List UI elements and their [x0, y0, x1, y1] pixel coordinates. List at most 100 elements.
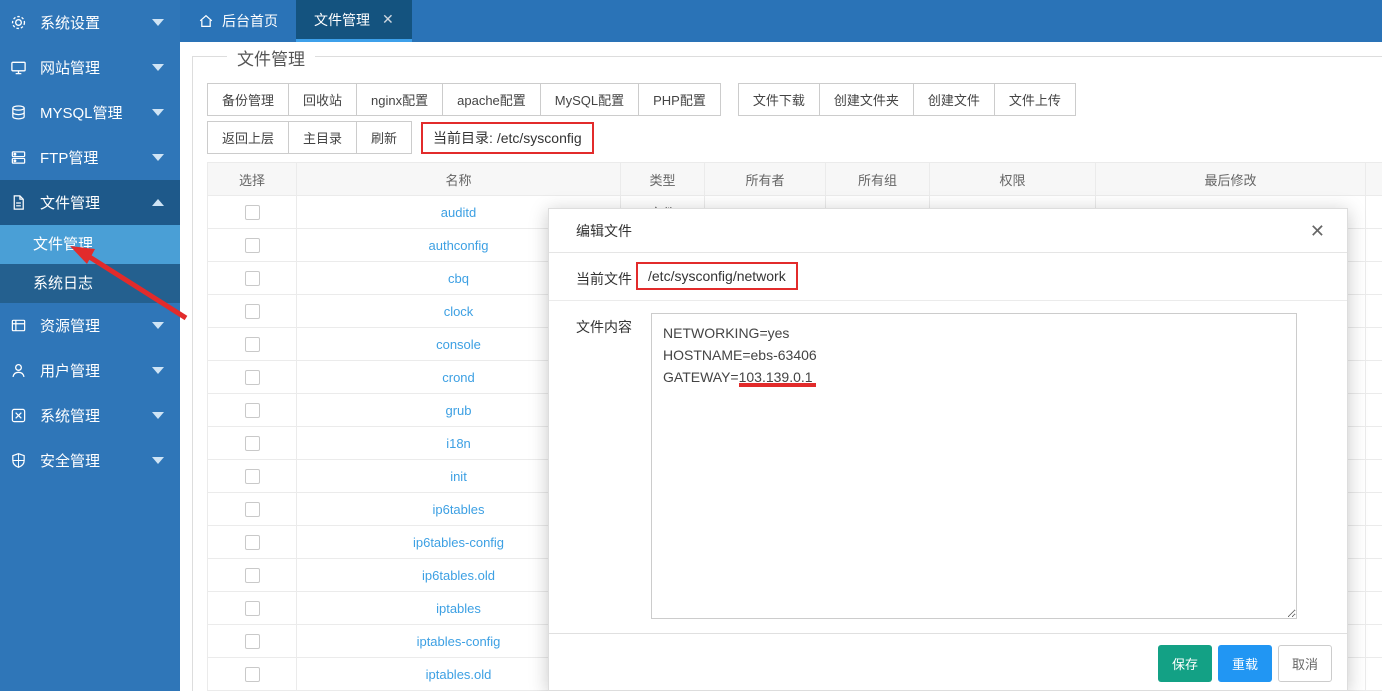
- toolbar-button-MySQL配置[interactable]: MySQL配置: [540, 83, 639, 116]
- ftp-icon: [10, 149, 27, 166]
- panel-title: 文件管理: [227, 45, 315, 70]
- file-link[interactable]: clock: [444, 304, 474, 319]
- file-link[interactable]: i18n: [446, 436, 471, 451]
- sidebar-item-label: 资源管理: [40, 315, 100, 336]
- sidebar-item-系统管理[interactable]: 系统管理: [0, 393, 180, 438]
- toolbar-button-文件上传[interactable]: 文件上传: [994, 83, 1076, 116]
- sidebar-item-文件管理[interactable]: 文件管理: [0, 180, 180, 225]
- sidebar-item-用户管理[interactable]: 用户管理: [0, 348, 180, 393]
- tab-close-icon[interactable]: ✕: [382, 11, 394, 28]
- row-checkbox[interactable]: [245, 403, 260, 418]
- select-cell: [208, 592, 297, 625]
- toolbar-button-创建文件[interactable]: 创建文件: [913, 83, 995, 116]
- select-cell: [208, 361, 297, 394]
- row-checkbox[interactable]: [245, 634, 260, 649]
- row-checkbox[interactable]: [245, 535, 260, 550]
- sidebar-item-label: MYSQL管理: [40, 102, 123, 123]
- sidebar-subitem-文件管理[interactable]: 文件管理: [0, 225, 180, 264]
- sidebar-subitem-系统日志[interactable]: 系统日志: [0, 264, 180, 303]
- sidebar-item-系统设置[interactable]: 系统设置: [0, 0, 180, 45]
- chevron-down-icon: [152, 19, 164, 26]
- chevron-down-icon: [152, 367, 164, 374]
- file-link[interactable]: grub: [445, 403, 471, 418]
- file-content-textarea[interactable]: NETWORKING=yes HOSTNAME=ebs-63406 GATEWA…: [651, 313, 1297, 619]
- file-link[interactable]: crond: [442, 370, 475, 385]
- reload-button[interactable]: 重载: [1218, 645, 1272, 682]
- row-checkbox[interactable]: [245, 436, 260, 451]
- file-link[interactable]: iptables-config: [417, 634, 501, 649]
- sidebar-item-FTP管理[interactable]: FTP管理: [0, 135, 180, 180]
- user-icon: [10, 362, 27, 379]
- current-file-row: 当前文件 /etc/sysconfig/network: [549, 253, 1347, 301]
- extra-cell: [1366, 592, 1382, 625]
- toolbar-button-创建文件夹[interactable]: 创建文件夹: [819, 83, 914, 116]
- toolbar-group-file-actions: 文件下载创建文件夹创建文件文件上传: [738, 83, 1075, 116]
- sidebar-item-安全管理[interactable]: 安全管理: [0, 438, 180, 483]
- select-cell: [208, 625, 297, 658]
- resource-icon: [10, 317, 27, 334]
- column-header-名称: 名称: [297, 163, 621, 196]
- current-file-label: 当前文件: [576, 269, 632, 289]
- sidebar-item-label: 网站管理: [40, 57, 100, 78]
- file-link[interactable]: authconfig: [429, 238, 489, 253]
- row-checkbox[interactable]: [245, 304, 260, 319]
- sidebar-item-网站管理[interactable]: 网站管理: [0, 45, 180, 90]
- row-checkbox[interactable]: [245, 667, 260, 682]
- chevron-down-icon: [152, 457, 164, 464]
- extra-cell: [1366, 262, 1382, 295]
- tab-label: 文件管理: [314, 10, 370, 30]
- select-cell: [208, 658, 297, 691]
- toolbar-button-PHP配置[interactable]: PHP配置: [638, 83, 721, 116]
- row-checkbox[interactable]: [245, 337, 260, 352]
- row-checkbox[interactable]: [245, 370, 260, 385]
- extra-cell: [1366, 559, 1382, 592]
- file-link[interactable]: iptables: [436, 601, 481, 616]
- extra-cell: [1366, 295, 1382, 328]
- row-checkbox[interactable]: [245, 271, 260, 286]
- tab-文件管理[interactable]: 文件管理 ✕: [296, 0, 412, 42]
- extra-cell: [1366, 394, 1382, 427]
- close-icon[interactable]: ✕: [1310, 222, 1325, 240]
- row-checkbox[interactable]: [245, 568, 260, 583]
- row-checkbox[interactable]: [245, 469, 260, 484]
- row-checkbox[interactable]: [245, 601, 260, 616]
- toolbar-button-apache配置[interactable]: apache配置: [442, 83, 541, 116]
- cancel-button[interactable]: 取消: [1278, 645, 1332, 682]
- file-table-header-row: 选择名称类型所有者所有组权限最后修改: [208, 163, 1382, 196]
- file-content-label: 文件内容: [576, 317, 632, 337]
- row-checkbox[interactable]: [245, 238, 260, 253]
- current-file-value annotation-box: /etc/sysconfig/network: [636, 262, 798, 290]
- toolbar-button-备份管理[interactable]: 备份管理: [207, 83, 289, 116]
- sidebar-item-label: 文件管理: [40, 192, 100, 213]
- toolbar-button-nginx配置[interactable]: nginx配置: [356, 83, 443, 116]
- toolbar-button-刷新[interactable]: 刷新: [356, 121, 412, 154]
- chevron-down-icon: [152, 64, 164, 71]
- toolbar-button-主目录[interactable]: 主目录: [288, 121, 357, 154]
- file-link[interactable]: auditd: [441, 205, 476, 220]
- toolbar-button-回收站[interactable]: 回收站: [288, 83, 357, 116]
- sidebar-item-资源管理[interactable]: 资源管理: [0, 303, 180, 348]
- row-checkbox[interactable]: [245, 205, 260, 220]
- file-link[interactable]: iptables.old: [426, 667, 492, 682]
- chevron-down-icon: [152, 154, 164, 161]
- chevron-down-icon: [152, 322, 164, 329]
- save-button[interactable]: 保存: [1158, 645, 1212, 682]
- file-link[interactable]: ip6tables-config: [413, 535, 504, 550]
- file-link[interactable]: init: [450, 469, 467, 484]
- toolbar-button-文件下载[interactable]: 文件下载: [738, 83, 820, 116]
- toolbar-button-返回上层[interactable]: 返回上层: [207, 121, 289, 154]
- select-cell: [208, 229, 297, 262]
- row-checkbox[interactable]: [245, 502, 260, 517]
- select-cell: [208, 526, 297, 559]
- extra-cell: [1366, 460, 1382, 493]
- select-cell: [208, 295, 297, 328]
- file-link[interactable]: ip6tables: [432, 502, 484, 517]
- tab-后台首页[interactable]: 后台首页: [180, 0, 296, 42]
- column-header-所有者: 所有者: [705, 163, 826, 196]
- top-tab-bar: 后台首页文件管理 ✕: [180, 0, 1382, 42]
- file-link[interactable]: console: [436, 337, 481, 352]
- file-link[interactable]: cbq: [448, 271, 469, 286]
- file-link[interactable]: ip6tables.old: [422, 568, 495, 583]
- extra-cell: [1366, 526, 1382, 559]
- sidebar-item-MYSQL管理[interactable]: MYSQL管理: [0, 90, 180, 135]
